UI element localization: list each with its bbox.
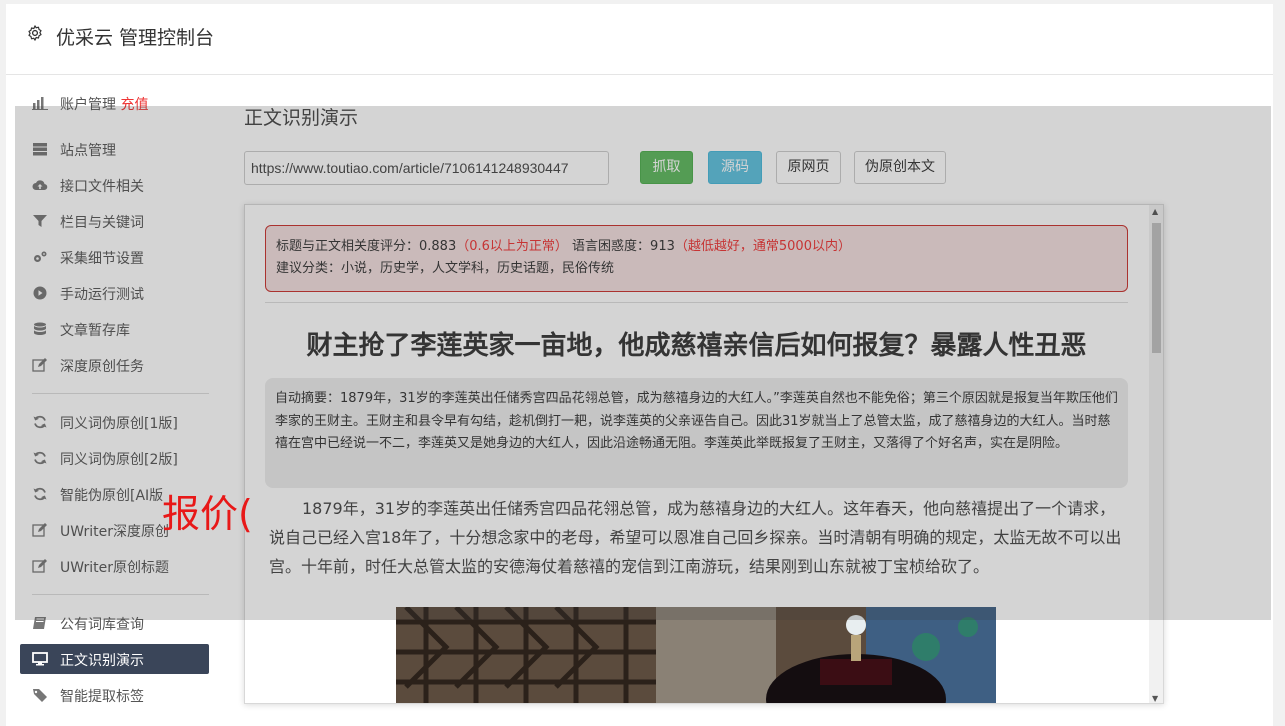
sidebar-item-synonym-v1[interactable]: 同义词伪原创[1版]: [20, 407, 209, 437]
sidebar-item-uwriter-title[interactable]: UWriter原创标题: [20, 551, 209, 581]
app-title: 优采云 管理控制台: [56, 27, 215, 49]
sidebar-item-label: 账户管理: [60, 97, 116, 113]
sidebar-item-api-files[interactable]: 接口文件相关: [20, 170, 209, 200]
sidebar-item-smart-tags[interactable]: 智能提取标签: [20, 680, 209, 710]
sidebar-divider: [32, 594, 209, 595]
tag-icon: [33, 689, 47, 702]
scroll-up-icon[interactable]: ▲: [1152, 207, 1158, 216]
sidebar-item-label: UWriter深度原创: [60, 524, 169, 540]
sidebar-item-article-storage[interactable]: 文章暂存库: [20, 314, 209, 344]
article-body: 1879年，31岁的李莲英出任储秀宫四品花翎总管，成为慈禧身边的大红人。这年春天…: [269, 499, 1122, 576]
qing-official-photo: [396, 607, 996, 703]
sidebar-item-synonym-v2[interactable]: 同义词伪原创[2版]: [20, 443, 209, 473]
perplexity-score: 语言困惑度：913: [572, 239, 675, 254]
analysis-alert: 标题与正文相关度评分：0.883（0.6以上为正常） 语言困惑度：913（越低越…: [265, 225, 1128, 292]
sidebar-item-label: 站点管理: [60, 143, 116, 159]
edit-icon: [32, 559, 47, 573]
sidebar-item-label: 公有词库查询: [60, 617, 144, 633]
sidebar-item-label: 智能提取标签: [60, 689, 144, 705]
recharge-link[interactable]: 充值: [120, 97, 148, 113]
sidebar-item-manual-run[interactable]: 手动运行测试: [20, 278, 209, 308]
sidebar-divider: [32, 393, 209, 394]
sidebar-item-label: 正文识别演示: [60, 653, 144, 669]
edit-icon: [32, 358, 47, 372]
sidebar-item-public-lexicon[interactable]: 公有词库查询: [20, 608, 209, 638]
sidebar-item-label: 接口文件相关: [60, 179, 144, 195]
article-title: 财主抢了李莲英家一亩地，他成慈禧亲信后如何报复？暴露人性丑恶: [306, 331, 1087, 361]
sidebar-item-label: 文章暂存库: [60, 323, 130, 339]
sidebar-item-label: 采集细节设置: [60, 251, 144, 267]
original-page-button[interactable]: 原网页: [776, 151, 841, 184]
scrollbar-thumb[interactable]: [1152, 223, 1161, 353]
sidebar-item-label: 手动运行测试: [60, 287, 144, 303]
sidebar-item-label: 栏目与关键词: [60, 215, 144, 231]
sidebar-item-label: 同义词伪原创[2版]: [60, 452, 178, 468]
cloud-upload-icon: [32, 180, 48, 191]
url-input[interactable]: [244, 151, 609, 185]
database-icon: [34, 322, 46, 335]
sidebar-item-text-recognition[interactable]: 正文识别演示: [20, 644, 209, 674]
suggested-categories: 建议分类：小说，历史学，人文学科，历史话题，民俗传统: [276, 261, 615, 276]
sidebar-item-label: 深度原创任务: [60, 359, 144, 375]
quote-overlay-label: 报价(: [162, 492, 253, 536]
sidebar: 账户管理 充值 站点管理 接口文件相关 栏目与关键词 采集细节设置 手动运行测试…: [20, 96, 215, 726]
refresh-icon: [33, 487, 47, 501]
sidebar-item-account[interactable]: 账户管理 充值: [20, 88, 209, 118]
sidebar-item-label: 同义词伪原创[1版]: [60, 416, 178, 432]
source-button[interactable]: 源码: [708, 151, 762, 184]
preview-scrollbar[interactable]: ▲ ▼: [1149, 205, 1163, 703]
gears-icon: [34, 251, 47, 262]
refresh-icon: [33, 415, 47, 429]
perplexity-hint: （越低越好，通常5000以内）: [674, 239, 851, 254]
bar-chart-icon: [32, 97, 48, 110]
auto-summary: 自动摘要：1879年，31岁的李莲英出任储秀宫四品花翎总管，成为慈禧身边的大红人…: [265, 378, 1128, 488]
sidebar-item-label: UWriter原创标题: [60, 560, 169, 576]
desktop-icon: [32, 652, 48, 666]
refresh-icon: [33, 451, 47, 465]
relevance-hint: （0.6以上为正常）: [456, 239, 568, 254]
article-image: [396, 607, 996, 703]
page-title: 正文识别演示: [244, 107, 359, 129]
pseudo-original-button[interactable]: 伪原创本文: [854, 151, 946, 184]
sidebar-item-collect-settings[interactable]: 采集细节设置: [20, 242, 209, 272]
divider: [265, 302, 1128, 303]
gear-icon: [28, 25, 42, 41]
header-bar: 优采云 管理控制台: [6, 4, 1273, 75]
sidebar-item-sites[interactable]: 站点管理: [20, 134, 209, 164]
filter-icon: [33, 215, 47, 227]
play-circle-icon: [33, 286, 47, 300]
sidebar-item-columns-keywords[interactable]: 栏目与关键词: [20, 206, 209, 236]
fetch-button[interactable]: 抓取: [640, 151, 693, 184]
scroll-down-icon[interactable]: ▼: [1152, 694, 1158, 703]
edit-icon: [32, 523, 47, 537]
result-preview-panel[interactable]: 标题与正文相关度评分：0.883（0.6以上为正常） 语言困惑度：913（越低越…: [244, 204, 1164, 704]
sidebar-item-label: 智能伪原创[AI版: [60, 488, 164, 504]
book-icon: [33, 617, 46, 629]
server-icon: [33, 143, 47, 156]
relevance-score: 标题与正文相关度评分：0.883: [276, 239, 457, 254]
sidebar-item-deep-original[interactable]: 深度原创任务: [20, 350, 209, 380]
